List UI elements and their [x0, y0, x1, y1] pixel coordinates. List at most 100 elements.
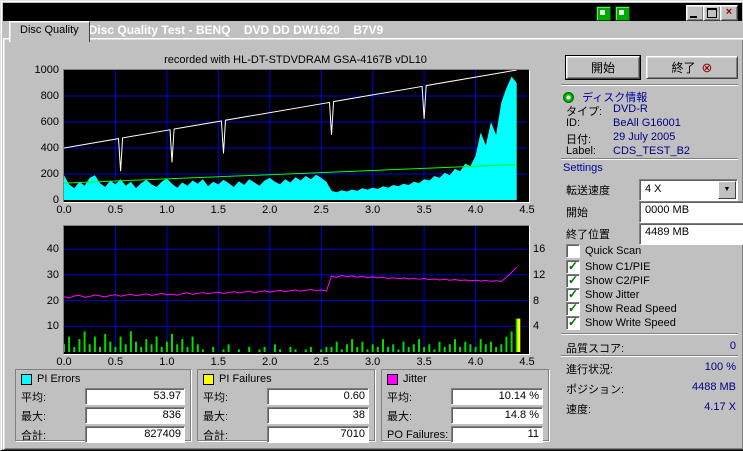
total-label: 合計:: [21, 429, 47, 442]
max-value: 14.8 %: [451, 407, 543, 424]
axis-tick-label: 16: [533, 243, 546, 256]
show-read-speed-checkbox[interactable]: [566, 301, 580, 316]
axis-tick-label: 4.0: [467, 356, 484, 368]
pi-failures-stat-header: PI Failures: [198, 370, 374, 387]
axis-tick-label: 0.5: [107, 356, 124, 368]
start-button-label: 開始: [590, 61, 615, 75]
stat-row: 合計: 7010: [198, 425, 374, 444]
axis-tick-label: 20: [46, 294, 59, 307]
pi-errors-stat-title: PI Errors: [37, 373, 81, 385]
pi-errors-chart-canvas: [63, 69, 527, 200]
quick-scan-checkbox[interactable]: [566, 243, 580, 258]
position-value: 4488 MB: [691, 381, 736, 393]
disc-type-row: タイプ: DVD-R: [566, 103, 738, 118]
axis-tick-label: 2.5: [313, 204, 329, 216]
show-c2-pif-checkbox[interactable]: [566, 273, 580, 288]
show-c1-pie-label: Show C1/PIE: [585, 260, 651, 273]
stat-row: PO Failures: 11: [382, 425, 548, 444]
recorded-with-label: recorded with HL-DT-STDVDRAM GSA-4167B v…: [164, 54, 427, 66]
axis-tick-label: 4: [533, 320, 540, 333]
pi-errors-chart: [63, 69, 530, 203]
pi-errors-swatch: [21, 373, 32, 385]
max-label: 最大:: [203, 410, 229, 423]
show-jitter-label: Show Jitter: [585, 288, 640, 301]
disc-label-value: CDS_TEST_B2: [613, 145, 691, 157]
checkbox-show-write-speed[interactable]: Show Write Speed: [566, 315, 676, 330]
axis-tick-label: 400: [40, 142, 59, 154]
pi-failures-swatch: [203, 373, 214, 385]
maximize-button[interactable]: [703, 5, 721, 21]
total-value: 7010: [267, 426, 369, 443]
stat-row: 平均: 10.14 %: [382, 387, 548, 406]
divider: [561, 333, 738, 335]
disc-icon: [563, 92, 574, 103]
stat-row: 最大: 836: [16, 406, 190, 425]
show-read-speed-label: Show Read Speed: [585, 302, 677, 315]
start-position-label: 開始: [566, 207, 588, 219]
show-jitter-checkbox[interactable]: [566, 287, 580, 302]
maximize-icon: [707, 8, 717, 18]
speed-status-value: 4.17 X: [704, 401, 736, 413]
disc-date-row: 日付: 29 July 2005: [566, 131, 738, 146]
axis-tick-label: 3.0: [365, 356, 381, 368]
speed-status-label: 速度:: [566, 404, 592, 416]
axis-tick-label: 800: [40, 90, 59, 102]
quality-score-value: 0: [729, 340, 736, 352]
po-failures-value: 11: [451, 426, 543, 443]
axis-tick-label: 1.5: [210, 204, 226, 216]
disc-date-value: 29 July 2005: [613, 131, 676, 143]
total-label: 合計:: [203, 429, 229, 442]
axis-tick-label: 4.5: [519, 204, 535, 216]
exit-icon: ⊗: [701, 60, 713, 75]
chevron-down-icon[interactable]: ▼: [718, 181, 736, 199]
exit-button[interactable]: 終了 ⊗: [646, 56, 738, 79]
end-position-input[interactable]: 4489 MB: [639, 223, 743, 245]
axis-tick-label: 3.5: [416, 204, 432, 216]
checkbox-quick-scan[interactable]: Quick Scan: [566, 243, 642, 258]
axis-tick-label: 40: [46, 243, 59, 256]
disc-label-row: Label: CDS_TEST_B2: [566, 145, 738, 158]
axis-tick-label: 0.5: [107, 204, 124, 216]
checkbox-show-read-speed[interactable]: Show Read Speed: [566, 301, 677, 316]
disc-label-label: Label:: [566, 145, 596, 157]
avg-label: 平均:: [387, 391, 413, 404]
axis-tick-label: 1000: [34, 64, 59, 76]
avg-value: 53.97: [85, 388, 185, 405]
speed-select-value: 4 X: [645, 183, 662, 195]
titlebar-green-icon-2[interactable]: [615, 6, 630, 21]
checkbox-show-jitter[interactable]: Show Jitter: [566, 287, 640, 302]
axis-tick-label: 0: [52, 194, 59, 206]
avg-label: 平均:: [203, 391, 229, 404]
start-button[interactable]: 開始: [565, 55, 641, 80]
jitter-stat-header: Jitter: [382, 370, 548, 387]
axis-tick-label: 2.5: [313, 356, 329, 368]
start-position-input[interactable]: 0000 MB: [639, 201, 743, 223]
axis-tick-label: 10: [46, 320, 59, 333]
titlebar-green-icon-1[interactable]: [596, 6, 611, 21]
minimize-button[interactable]: [686, 5, 704, 21]
axis-tick-label: 4.0: [467, 204, 484, 216]
quality-score-label: 品質スコア:: [566, 343, 625, 355]
checkbox-show-c1-pie[interactable]: Show C1/PIE: [566, 259, 651, 274]
pi-errors-stat-header: PI Errors: [16, 370, 190, 387]
minimize-icon: [690, 16, 697, 18]
divider: [561, 158, 738, 160]
checkbox-show-c2-pif[interactable]: Show C2/PIF: [566, 273, 650, 288]
axis-tick-label: 1.0: [159, 356, 175, 368]
jitter-stat-title: Jitter: [403, 373, 427, 385]
speed-label: 転送速度: [566, 185, 610, 197]
jitter-swatch: [387, 373, 398, 385]
exit-button-label: 終了: [671, 61, 696, 75]
tab-disc-quality[interactable]: Disc Quality: [9, 21, 90, 42]
show-write-speed-checkbox[interactable]: [566, 315, 580, 330]
stat-row: 合計: 827409: [16, 425, 190, 444]
speed-select[interactable]: 4 X ▼: [639, 179, 738, 201]
show-c2-pif-label: Show C2/PIF: [585, 274, 650, 287]
close-button[interactable]: ×: [720, 5, 738, 21]
quick-scan-label: Quick Scan: [585, 244, 642, 257]
avg-value: 10.14 %: [451, 388, 543, 405]
axis-tick-label: 3.5: [416, 356, 432, 368]
show-write-speed-label: Show Write Speed: [585, 316, 676, 329]
show-c1-pie-checkbox[interactable]: [566, 259, 580, 274]
stat-row: 平均: 53.97: [16, 387, 190, 406]
